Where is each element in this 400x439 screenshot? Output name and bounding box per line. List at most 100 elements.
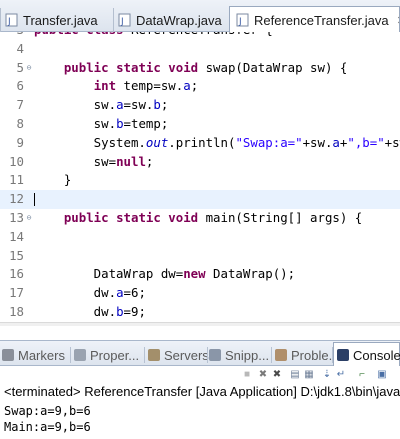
- code-token: class: [86, 32, 131, 37]
- svg-text:J: J: [238, 17, 242, 27]
- code-token: sw.: [34, 97, 117, 113]
- code-token: int: [93, 78, 124, 94]
- code-line[interactable]: 7 sw.a=sw.b;: [0, 96, 400, 115]
- tab-label: Console: [353, 347, 400, 363]
- java-file-icon: J: [5, 13, 18, 27]
- tab-separator: [70, 347, 71, 363]
- code-text: public static void swap(DataWrap sw) {: [34, 59, 348, 78]
- code-line[interactable]: 18 dw.b=9;: [0, 303, 400, 322]
- code-token: .println(: [168, 134, 236, 150]
- code-token: b: [116, 304, 124, 319]
- code-token: a: [116, 285, 124, 301]
- code-line[interactable]: 3 public class ReferenceTransfer {: [0, 32, 400, 40]
- views-tab-bar: Markers Proper... Servers Snipp... Proble...…: [0, 340, 400, 367]
- code-token: dw.: [34, 285, 117, 301]
- tab-referencetransfer-java[interactable]: J ReferenceTransfer.java ✕: [229, 6, 400, 33]
- tab-transfer-java[interactable]: J Transfer.java: [0, 8, 113, 32]
- code-text: sw.a=sw.b;: [34, 96, 169, 115]
- console-status: <terminated> ReferenceTransfer [Java App…: [4, 384, 400, 399]
- code-token: sw=: [34, 153, 117, 169]
- code-token: static: [116, 59, 169, 75]
- line-number: 15: [9, 247, 24, 263]
- horizontal-scrollbar[interactable]: <: [0, 322, 400, 326]
- code-line[interactable]: 15: [0, 247, 400, 266]
- tab-proper[interactable]: Proper...: [74, 344, 142, 366]
- code-line[interactable]: 8 sw.b=temp;: [0, 115, 400, 134]
- code-line[interactable]: 13 ⊖ public static void main(String[] arg…: [0, 209, 400, 228]
- code-text: }: [34, 171, 71, 190]
- editor-tab-bar: J Transfer.java J DataWrap.java J Refere…: [0, 0, 400, 33]
- tab-markers[interactable]: Markers: [2, 344, 68, 366]
- servers-icon: [148, 349, 160, 361]
- code-token: b: [153, 97, 161, 113]
- line-number: 4: [16, 40, 24, 56]
- clear-icon[interactable]: ▦: [303, 369, 315, 381]
- tab-console[interactable]: Console✕: [333, 342, 400, 367]
- tab-snipp[interactable]: Snipp...: [209, 344, 269, 366]
- fold-toggle-icon[interactable]: ⊖: [24, 59, 34, 78]
- code-token: public: [63, 59, 117, 75]
- remove-all-icon[interactable]: ✖: [271, 369, 283, 381]
- line-number: 11: [9, 172, 24, 188]
- line-number: 5: [16, 59, 24, 75]
- scroll-lock-icon[interactable]: ⇣: [321, 369, 333, 381]
- word-wrap-icon[interactable]: ↵: [335, 369, 347, 381]
- code-token: void: [168, 59, 206, 75]
- text-cursor: [34, 193, 35, 207]
- line-number: 10: [9, 153, 24, 169]
- line-number: 8: [16, 116, 24, 131]
- code-text: sw=null;: [34, 153, 154, 172]
- line-number: 12: [9, 191, 24, 207]
- console-output[interactable]: <terminated> ReferenceTransfer [Java App…: [0, 384, 400, 439]
- code-token: }: [34, 172, 72, 188]
- console-line: Swap:a=9,b=6: [4, 404, 91, 418]
- terminate-icon[interactable]: ■: [241, 369, 253, 381]
- code-token: public: [34, 32, 86, 37]
- code-line[interactable]: 4: [0, 40, 400, 59]
- tab-datawrap-java[interactable]: J DataWrap.java: [113, 8, 229, 32]
- copy-icon[interactable]: ▤: [289, 369, 301, 381]
- svg-text:J: J: [7, 17, 11, 27]
- close-icon[interactable]: ✕: [397, 14, 399, 27]
- remove-launch-icon[interactable]: ✖: [257, 369, 269, 381]
- tab-label: Proper...: [90, 347, 140, 363]
- tab-proble[interactable]: Proble...: [275, 344, 339, 366]
- code-token: a: [332, 134, 340, 150]
- code-line[interactable]: 17 dw.a=6;: [0, 284, 400, 303]
- code-text: public static void main(String[] args) {: [34, 209, 362, 228]
- code-editor[interactable]: 3public class ReferenceTransfer {45⊖ pub…: [0, 32, 400, 326]
- code-line[interactable]: 5 ⊖ public static void swap(DataWrap sw) …: [0, 59, 400, 78]
- code-line[interactable]: 11 }: [0, 171, 400, 190]
- code-line[interactable]: 9 System.out.println("Swap:a="+sw.a+",b=…: [0, 134, 400, 153]
- code-token: =temp;: [123, 116, 169, 131]
- tab-label: Markers: [18, 347, 65, 363]
- svg-text:J: J: [120, 17, 124, 27]
- code-token: static: [116, 210, 169, 225]
- code-token: "Swap:a=": [235, 134, 303, 150]
- code-token: ;: [145, 153, 154, 169]
- code-text: dw.a=6;: [34, 284, 146, 303]
- markers-icon: [2, 349, 14, 361]
- scroll-left-icon[interactable]: <: [34, 323, 40, 326]
- display-console-icon[interactable]: ▣: [376, 369, 388, 381]
- java-file-icon: J: [236, 13, 249, 27]
- code-line[interactable]: 6 int temp=sw.a;: [0, 77, 400, 96]
- tab-servers[interactable]: Servers: [148, 344, 209, 366]
- code-text: System.out.println("Swap:a="+sw.a+",b="+…: [34, 134, 400, 153]
- tab-separator: [271, 347, 272, 363]
- code-line[interactable]: 10 sw=null;: [0, 153, 400, 172]
- pin-icon[interactable]: ⌐: [356, 369, 368, 381]
- code-token: ",b=": [347, 134, 385, 150]
- code-token: out: [145, 134, 169, 150]
- fold-toggle-icon[interactable]: ⊖: [24, 209, 34, 228]
- code-token: =sw.: [123, 97, 154, 113]
- code-text: public class ReferenceTransfer {: [34, 32, 273, 40]
- code-token: ;: [190, 78, 199, 94]
- console-icon: [337, 349, 349, 361]
- code-line[interactable]: 16 DataWrap dw=new DataWrap();: [0, 265, 400, 284]
- problems-icon: [275, 349, 287, 361]
- code-line[interactable]: 12: [0, 190, 400, 209]
- code-line[interactable]: 14: [0, 228, 400, 247]
